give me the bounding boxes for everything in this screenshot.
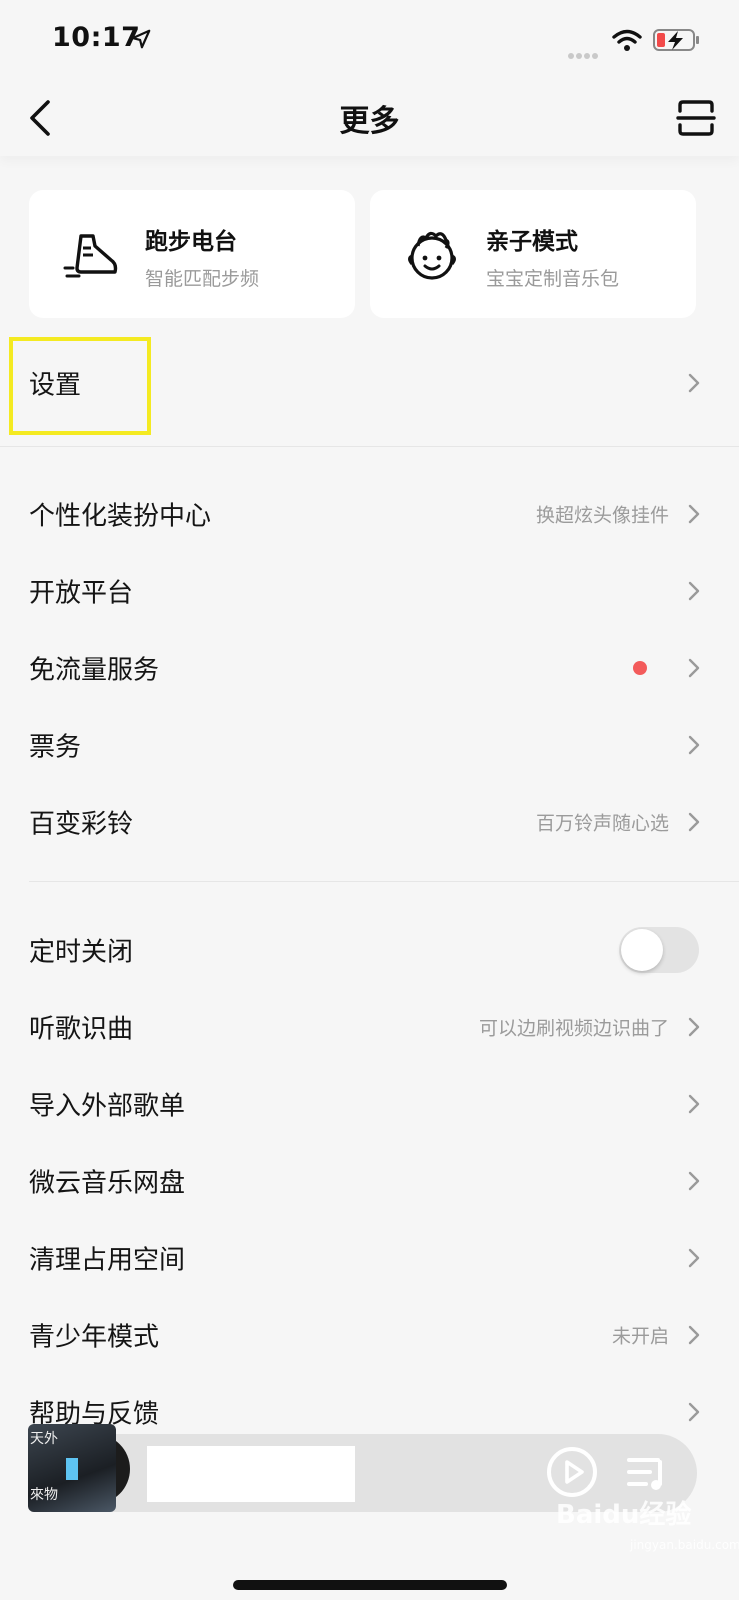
chevron-right-icon (688, 658, 700, 678)
row-import-playlist[interactable]: 导入外部歌单 (0, 1071, 739, 1137)
notification-dot (633, 661, 647, 675)
toggle-knob (621, 929, 663, 971)
row-hint: 换超炫头像挂件 (535, 504, 669, 527)
row-personalization-center[interactable]: 个性化装扮中心 换超炫头像挂件 (0, 481, 739, 547)
row-hint: 百万铃声随心选 (535, 812, 669, 835)
card-title: 跑步电台 (145, 229, 237, 255)
row-teen-mode[interactable]: 青少年模式 未开启 (0, 1302, 739, 1368)
chevron-right-icon (688, 1402, 700, 1422)
row-label: 免流量服务 (29, 655, 160, 686)
home-indicator (233, 1580, 507, 1590)
status-bar: 10:17 (0, 0, 739, 80)
chevron-right-icon (688, 504, 700, 524)
divider (0, 446, 739, 447)
card-subtitle: 宝宝定制音乐包 (486, 268, 620, 290)
row-label: 开放平台 (29, 578, 134, 609)
row-hint: 可以边刷视频边识曲了 (478, 1017, 669, 1040)
row-label: 清理占用空间 (29, 1245, 186, 1276)
chevron-right-icon (688, 1248, 700, 1268)
album-art-accent (66, 1458, 78, 1480)
play-icon[interactable] (546, 1446, 598, 1498)
row-song-recognition[interactable]: 听歌识曲 可以边刷视频边识曲了 (0, 994, 739, 1060)
chevron-right-icon (688, 1094, 700, 1114)
sleep-timer-toggle[interactable] (619, 927, 699, 973)
wifi-icon (612, 29, 642, 51)
baidu-watermark: Baidu经验 (556, 1500, 692, 1530)
divider (29, 881, 739, 882)
card-subtitle: 智能匹配步频 (145, 268, 260, 290)
row-free-data-service[interactable]: 免流量服务 (0, 635, 739, 701)
child-face-icon (408, 231, 456, 280)
row-tickets[interactable]: 票务 (0, 712, 739, 778)
chevron-right-icon (688, 735, 700, 755)
baidu-watermark-url: jingyan.baidu.com (630, 1538, 739, 1552)
battery-charging-icon (653, 29, 699, 51)
album-cover-text: 來物 (30, 1487, 58, 1503)
row-label: 票务 (29, 732, 82, 763)
nav-bar: 更多 (0, 80, 739, 156)
chevron-right-icon (688, 373, 700, 393)
album-cover[interactable]: 天外 來物 (28, 1424, 116, 1512)
chevron-right-icon (688, 1325, 700, 1345)
running-radio-card[interactable]: 跑步电台 智能匹配步频 (29, 190, 355, 318)
row-hint: 未开启 (611, 1325, 669, 1348)
row-sleep-timer[interactable]: 定时关闭 (0, 917, 739, 983)
row-weiyun-music-drive[interactable]: 微云音乐网盘 (0, 1148, 739, 1214)
running-shoe-icon (63, 234, 118, 278)
chevron-right-icon (688, 812, 700, 832)
status-time: 10:17 (52, 22, 141, 53)
page-title: 更多 (339, 104, 400, 139)
album-cover-text: 天外 (30, 1431, 58, 1447)
row-ringtones[interactable]: 百变彩铃 百万铃声随心选 (0, 789, 739, 855)
chevron-right-icon (688, 581, 700, 601)
row-label: 微云音乐网盘 (29, 1168, 186, 1199)
chevron-right-icon (688, 1017, 700, 1037)
card-title: 亲子模式 (486, 229, 578, 255)
row-label: 定时关闭 (29, 937, 134, 968)
row-clear-storage[interactable]: 清理占用空间 (0, 1225, 739, 1291)
scan-icon[interactable] (676, 98, 716, 138)
row-label: 个性化装扮中心 (29, 501, 212, 532)
cellular-signal-icon (568, 44, 602, 59)
playlist-icon[interactable] (626, 1454, 668, 1492)
kids-mode-card[interactable]: 亲子模式 宝宝定制音乐包 (370, 190, 696, 318)
song-title-area[interactable] (147, 1446, 355, 1502)
row-label: 导入外部歌单 (29, 1091, 186, 1122)
row-label: 听歌识曲 (29, 1014, 134, 1045)
chevron-right-icon (688, 1171, 700, 1191)
highlight-annotation (9, 337, 151, 435)
row-open-platform[interactable]: 开放平台 (0, 558, 739, 624)
row-label: 百变彩铃 (29, 809, 134, 840)
row-label: 青少年模式 (29, 1322, 160, 1353)
location-arrow-icon (131, 29, 151, 49)
